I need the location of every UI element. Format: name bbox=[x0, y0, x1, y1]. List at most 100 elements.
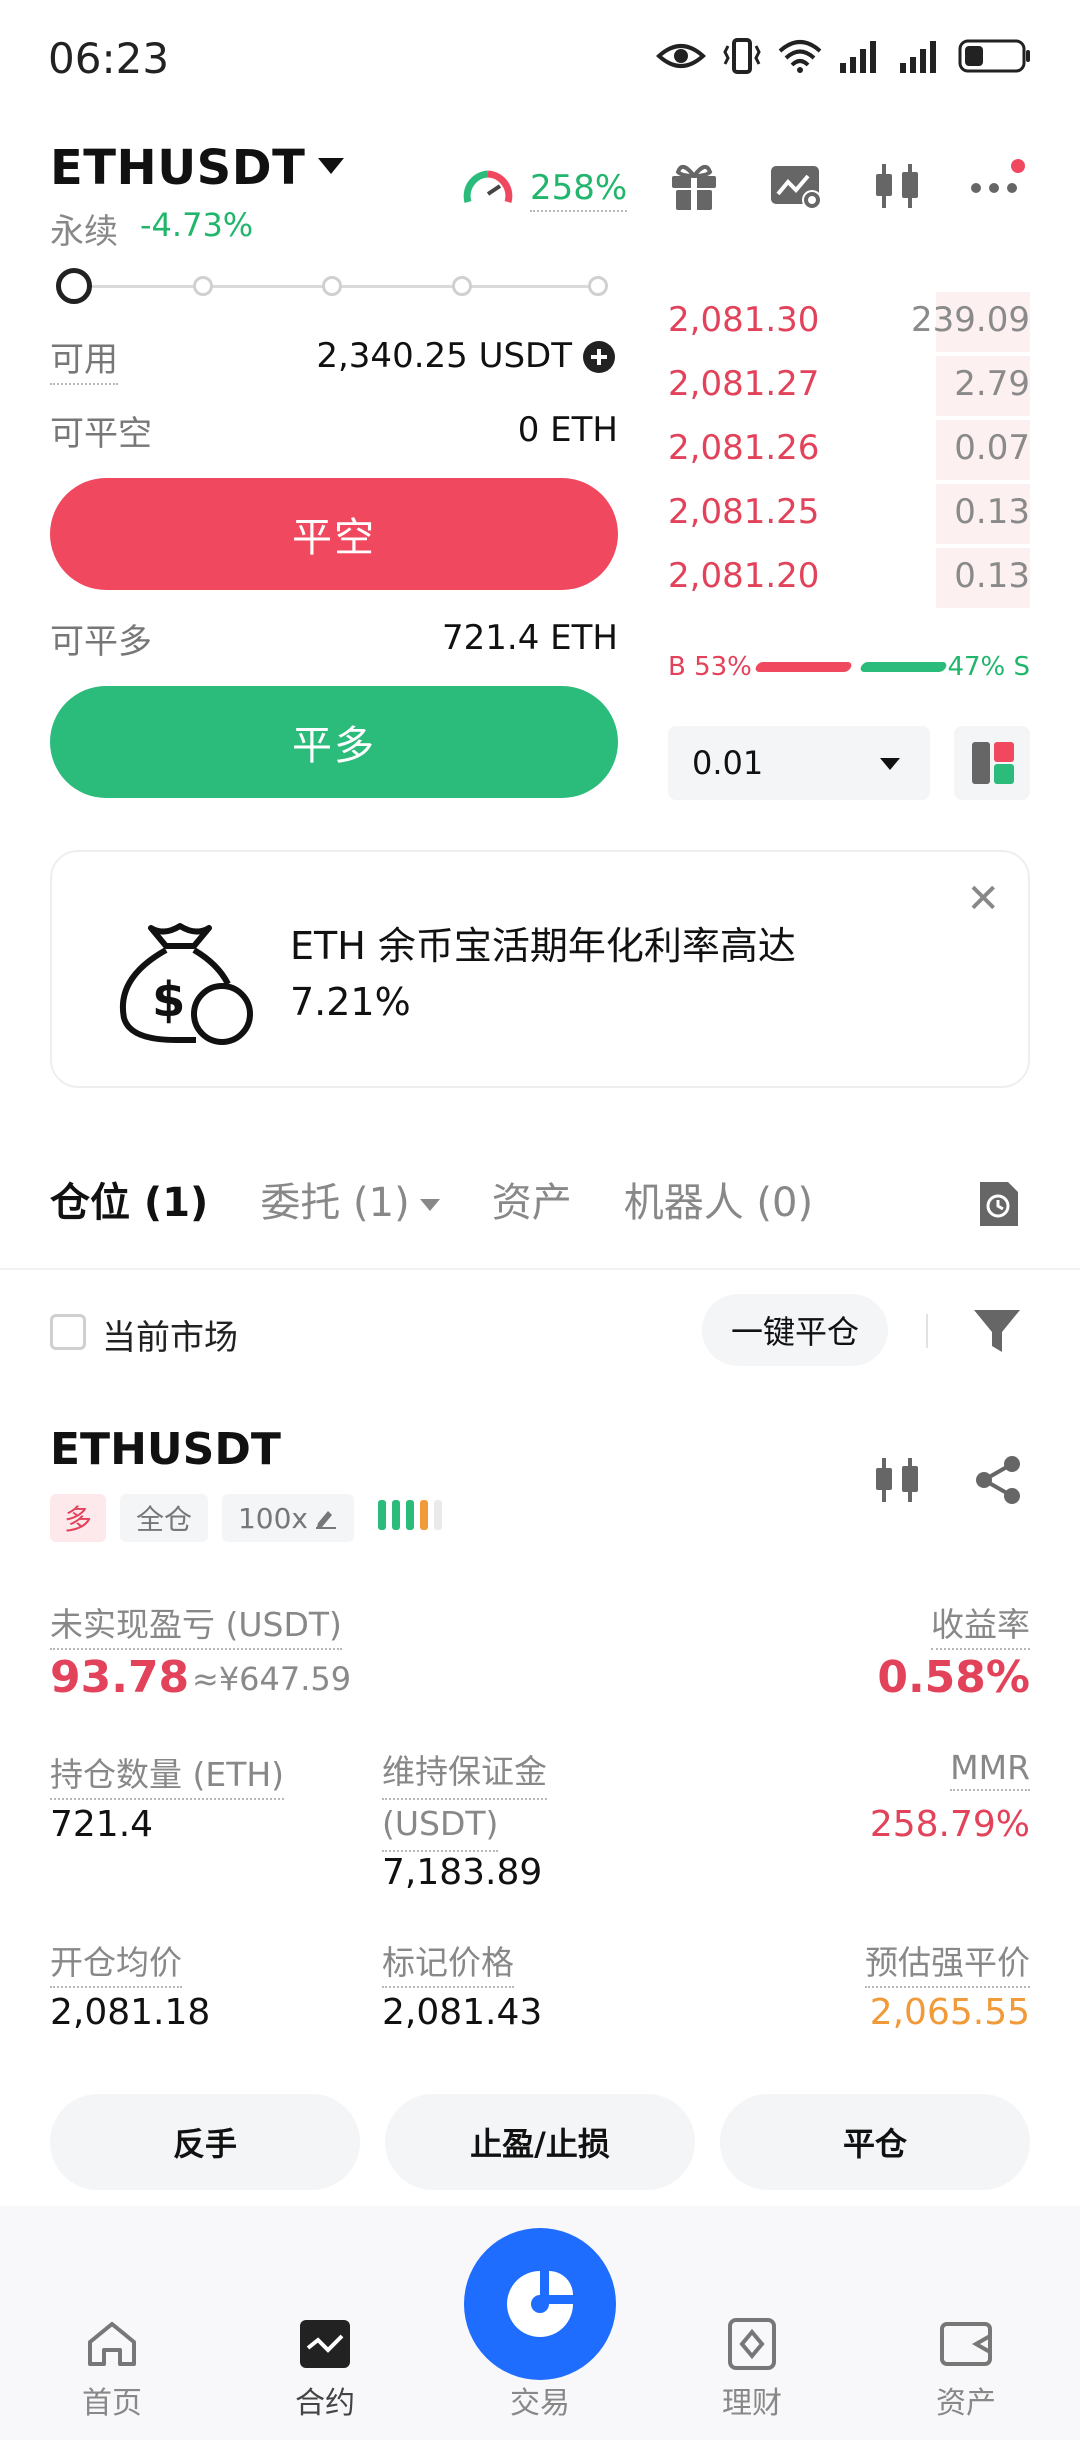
vibrate-icon bbox=[723, 38, 761, 74]
close-long-label: 可平多 bbox=[50, 622, 152, 662]
status-time: 06:23 bbox=[48, 34, 170, 83]
status-icons bbox=[656, 38, 1032, 74]
mark-price-label: 标记价格 bbox=[382, 1936, 514, 1988]
gauge-percent[interactable]: 258% bbox=[530, 168, 628, 212]
sell-ratio-label: 47% S bbox=[947, 652, 1030, 682]
trade-fab[interactable] bbox=[464, 2228, 616, 2380]
mark-price-value: 2,081.43 bbox=[382, 1992, 543, 2033]
gauge-icon[interactable] bbox=[460, 164, 516, 214]
nav-assets[interactable]: 资产 bbox=[886, 2378, 1046, 2422]
nav-earn[interactable]: 理财 bbox=[672, 2378, 832, 2422]
current-market-label: 当前市场 bbox=[102, 1318, 238, 1358]
nav-trade[interactable]: 交易 bbox=[460, 2378, 620, 2422]
buy-ratio-label: B 53% bbox=[668, 652, 752, 682]
close-short-value: 0 ETH bbox=[517, 410, 618, 450]
depth-step-select[interactable]: 0.01 bbox=[668, 726, 930, 800]
history-icon[interactable] bbox=[976, 1178, 1022, 1230]
buy-sell-ratio: B 53% 47% S bbox=[668, 652, 1030, 682]
maint-margin-value: 7,183.89 bbox=[382, 1852, 543, 1893]
more-icon[interactable] bbox=[968, 158, 1030, 208]
home-icon[interactable] bbox=[84, 2318, 140, 2370]
signal-icon bbox=[840, 41, 876, 73]
maint-margin-label-2: (USDT) bbox=[382, 1800, 499, 1852]
tab-orders-label: 委托 (1) bbox=[260, 1180, 410, 1226]
mmr-label: MMR bbox=[950, 1748, 1030, 1791]
close-long-button[interactable]: 平多 bbox=[50, 686, 618, 798]
reverse-button[interactable]: 反手 bbox=[50, 2094, 360, 2190]
maint-margin-label-1: 维持保证金 bbox=[382, 1748, 547, 1800]
wallet-icon[interactable] bbox=[938, 2318, 994, 2370]
signal-icon-2 bbox=[900, 41, 936, 73]
divider bbox=[0, 1268, 1080, 1270]
slider-step[interactable] bbox=[452, 276, 472, 296]
svg-text:$: $ bbox=[152, 972, 185, 1028]
close-icon[interactable]: ✕ bbox=[966, 876, 1000, 922]
orderbook-ask-row[interactable]: 2,081.26 0.07 bbox=[668, 420, 1030, 480]
mmr-value: 258.79% bbox=[869, 1804, 1030, 1845]
chevron-down-icon[interactable] bbox=[318, 158, 344, 174]
ask-qty: 2.79 bbox=[954, 364, 1030, 404]
upnl-label: 未实现盈亏 (USDT) bbox=[50, 1598, 342, 1650]
price-change: -4.73% bbox=[140, 206, 254, 244]
divider bbox=[926, 1314, 928, 1348]
chart-settings-icon[interactable] bbox=[768, 160, 824, 212]
maint-margin-label: 维持保证金 (USDT) bbox=[382, 1748, 547, 1852]
ask-price: 2,081.27 bbox=[668, 364, 820, 404]
orderbook-ask-row[interactable]: 2,081.30 239.09 bbox=[668, 292, 1030, 352]
entry-price-label: 开仓均价 bbox=[50, 1936, 182, 1988]
ask-price: 2,081.20 bbox=[668, 556, 820, 596]
promo-banner[interactable]: $ ETH 余币宝活期年化利率高达 7.21% ✕ bbox=[50, 850, 1030, 1088]
position-symbol: ETHUSDT bbox=[50, 1424, 281, 1475]
pair-selector[interactable]: ETHUSDT bbox=[50, 140, 305, 196]
depth-step-value: 0.01 bbox=[692, 744, 764, 782]
tab-orders[interactable]: 委托 (1) bbox=[260, 1170, 440, 1228]
available-value: 2,340.25 USDT bbox=[316, 336, 572, 376]
edit-icon bbox=[316, 1511, 336, 1529]
close-short-button[interactable]: 平空 bbox=[50, 478, 618, 590]
slider-step[interactable] bbox=[588, 276, 608, 296]
current-market-checkbox[interactable] bbox=[50, 1314, 86, 1350]
entry-price-value: 2,081.18 bbox=[50, 1992, 211, 2033]
futures-icon[interactable] bbox=[298, 2318, 352, 2370]
sell-ratio-bar bbox=[859, 662, 948, 672]
orderbook-ask-row[interactable]: 2,081.25 0.13 bbox=[668, 484, 1030, 544]
share-icon[interactable] bbox=[972, 1454, 1024, 1506]
chevron-down-icon bbox=[419, 1199, 440, 1211]
battery-icon bbox=[958, 39, 1030, 73]
gift-icon[interactable] bbox=[668, 160, 720, 212]
position-tabs: 仓位 (1) 委托 (1) 资产 机器人 (0) bbox=[50, 1170, 813, 1228]
orderbook-layout-button[interactable] bbox=[954, 726, 1030, 800]
slider-step[interactable] bbox=[322, 276, 342, 296]
upnl-cny: ≈¥647.59 bbox=[192, 1660, 352, 1698]
slider-handle[interactable] bbox=[56, 268, 92, 304]
close-all-button[interactable]: 一键平仓 bbox=[702, 1294, 888, 1366]
tp-sl-button[interactable]: 止盈/止损 bbox=[385, 2094, 695, 2190]
ask-qty: 0.07 bbox=[954, 428, 1030, 468]
liq-price-label: 预估强平价 bbox=[865, 1936, 1030, 1988]
leverage-tag[interactable]: 100x bbox=[222, 1494, 354, 1542]
tab-positions[interactable]: 仓位 (1) bbox=[50, 1170, 208, 1228]
candlestick-icon[interactable] bbox=[870, 1454, 924, 1506]
nav-home[interactable]: 首页 bbox=[32, 2378, 192, 2422]
tab-assets[interactable]: 资产 bbox=[492, 1170, 572, 1228]
layout-icon bbox=[972, 742, 1014, 784]
candlestick-icon[interactable] bbox=[870, 160, 924, 212]
liq-price-value: 2,065.55 bbox=[869, 1992, 1030, 2033]
close-long-value: 721.4 ETH bbox=[442, 618, 618, 658]
promo-line-2: 7.21% bbox=[290, 980, 411, 1024]
orderbook-ask-row[interactable]: 2,081.20 0.13 bbox=[668, 548, 1030, 608]
eye-icon bbox=[656, 44, 706, 68]
nav-futures[interactable]: 合约 bbox=[245, 2378, 405, 2422]
ask-price: 2,081.30 bbox=[668, 300, 820, 340]
chevron-down-icon bbox=[880, 758, 900, 770]
filter-icon[interactable] bbox=[972, 1306, 1022, 1356]
orderbook-ask-row[interactable]: 2,081.27 2.79 bbox=[668, 356, 1030, 416]
earn-icon[interactable] bbox=[726, 2316, 778, 2372]
leverage-value: 100x bbox=[237, 1501, 308, 1535]
trade-icon bbox=[507, 2271, 573, 2337]
slider-step[interactable] bbox=[193, 276, 213, 296]
tab-bots[interactable]: 机器人 (0) bbox=[624, 1170, 813, 1228]
close-short-label: 可平空 bbox=[50, 414, 152, 454]
plus-circle-icon[interactable] bbox=[582, 340, 616, 374]
close-position-button[interactable]: 平仓 bbox=[720, 2094, 1030, 2190]
